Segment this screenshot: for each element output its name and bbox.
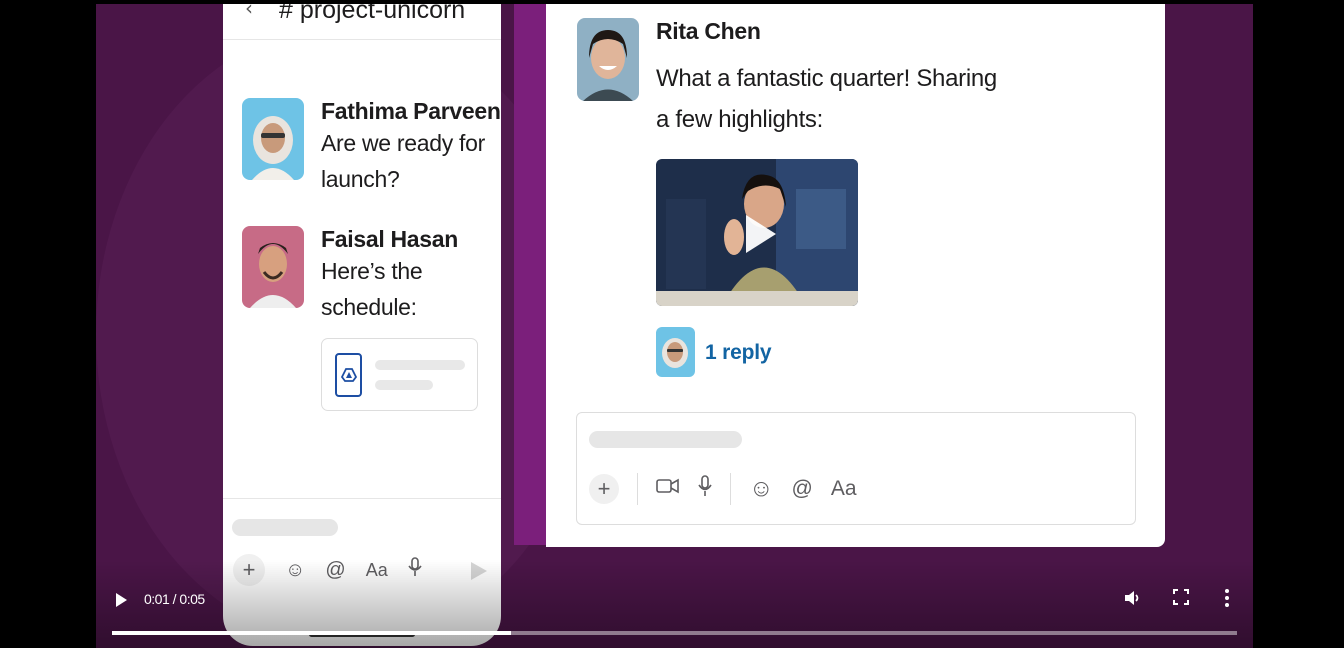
file-name-placeholder [375,360,465,370]
fullscreen-icon[interactable] [1172,588,1190,611]
divider [637,473,638,505]
microphone-icon[interactable] [698,475,712,503]
video-stage[interactable]: ‹ # project-unicorn Fathima Parveen Are … [96,4,1253,648]
add-icon[interactable]: + [589,474,619,504]
message-item: Fathima Parveen Are we ready for launch? [242,98,501,197]
back-icon[interactable]: ‹ [245,4,253,20]
progress-fill [112,631,512,635]
format-icon[interactable]: Aa [831,477,857,501]
video-player-controls: 0:01 / 0:05 [96,560,1253,648]
emoji-icon[interactable]: ☺ [749,475,774,503]
mention-icon[interactable]: @ [792,477,813,501]
file-meta-placeholder [375,380,433,390]
divider [223,498,501,499]
message-text: Here’s the schedule: [321,258,423,320]
avatar [242,226,304,308]
play-icon[interactable] [746,215,776,253]
sender-name: Fathima Parveen [321,98,501,124]
reply-avatar [656,327,695,377]
google-drive-icon [335,353,362,397]
video-clip-icon[interactable] [656,477,680,501]
progress-bar[interactable] [112,631,1237,635]
sidebar-band [514,4,547,545]
play-icon[interactable] [116,593,127,607]
avatar [242,98,304,180]
sender-name: Rita Chen [656,18,761,44]
message-text: What a fantastic quarter! Sharing a few … [656,65,997,133]
file-attachment[interactable] [321,338,478,411]
time-display: 0:01 / 0:05 [144,591,205,607]
desktop-message-pane: Rita Chen What a fantastic quarter! Shar… [546,4,1165,547]
thread-replies-link[interactable]: 1 reply [705,341,772,365]
avatar [577,18,639,101]
message-text: Are we ready for launch? [321,130,485,192]
message-composer[interactable]: + ☺ @ Aa [576,412,1136,525]
volume-icon[interactable] [1123,588,1143,613]
video-attachment[interactable] [656,159,858,306]
composer-input[interactable] [589,431,742,448]
sender-name: Faisal Hasan [321,226,459,252]
divider [730,473,731,505]
more-options-icon[interactable] [1224,588,1230,613]
mobile-mockup: ‹ # project-unicorn Fathima Parveen Are … [223,4,501,646]
mobile-channel-header: ‹ # project-unicorn [223,4,501,40]
compose-input[interactable] [232,519,338,536]
channel-name: # project-unicorn [279,4,466,24]
message-item: Faisal Hasan Here’s the schedule: [242,226,491,325]
composer-toolbar: + ☺ @ Aa [589,473,875,505]
